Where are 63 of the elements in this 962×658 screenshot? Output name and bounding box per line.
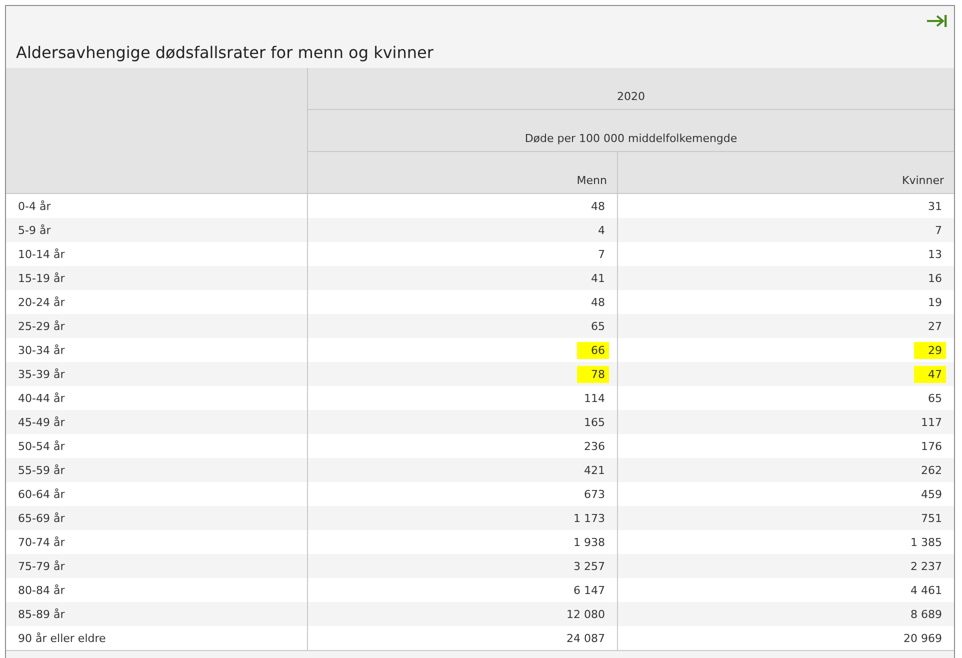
table-value: 117	[920, 414, 943, 430]
row-label: 35-39 år	[18, 368, 65, 380]
table-title: Aldersavhengige dødsfallsrater for menn og kvinner	[15, 42, 434, 64]
highlighted-value: 66	[577, 342, 609, 358]
table-value: 236	[583, 438, 606, 454]
row-label: 65-69 år	[18, 512, 65, 524]
row-label: 0-4 år	[18, 200, 51, 212]
table-value: 3 257	[572, 558, 606, 574]
table-value: 6 147	[572, 582, 606, 598]
table-value: 1 385	[910, 534, 943, 550]
highlighted-value: 29	[914, 342, 946, 358]
table-value: 176	[920, 438, 943, 454]
table-value: 41	[590, 270, 606, 286]
row-label: 40-44 år	[18, 392, 65, 404]
row-label: 30-34 år	[18, 344, 65, 356]
table-value: 48	[590, 294, 606, 310]
table-value: 19	[927, 294, 943, 310]
table-value: 1 938	[572, 534, 606, 550]
row-label: 20-24 år	[18, 296, 65, 308]
table-value: 4	[597, 222, 606, 238]
table-value: 65	[590, 318, 606, 334]
table-value: 7	[597, 246, 606, 262]
table-value: 24 087	[566, 630, 606, 646]
table-value: 48	[590, 198, 606, 214]
row-label: 50-54 år	[18, 440, 65, 452]
row-label: 15-19 år	[18, 272, 65, 284]
table-value: 1 173	[572, 510, 606, 526]
column-header: Menn	[576, 174, 607, 187]
table-value: 7	[934, 222, 943, 238]
table-value: 751	[920, 510, 943, 526]
table-value: 4 461	[910, 582, 943, 598]
table-value: 421	[583, 462, 606, 478]
table-value: 12 080	[566, 606, 606, 622]
table-value: 13	[927, 246, 943, 262]
table-value: 31	[927, 198, 943, 214]
row-label: 60-64 år	[18, 488, 65, 500]
table-value: 27	[927, 318, 943, 334]
table-value: 459	[920, 486, 943, 502]
row-label: 85-89 år	[18, 608, 65, 620]
row-label: 80-84 år	[18, 584, 65, 596]
table-value: 20 969	[902, 630, 943, 646]
row-label: 55-59 år	[18, 464, 65, 476]
highlighted-value: 47	[914, 366, 946, 382]
row-label: 70-74 år	[18, 536, 65, 548]
table-value: 673	[583, 486, 606, 502]
highlighted-value: 78	[577, 366, 609, 382]
table-value: 2 237	[910, 558, 943, 574]
table-value: 16	[927, 270, 943, 286]
row-label: 45-49 år	[18, 416, 65, 428]
table-value: 114	[583, 390, 606, 406]
row-label: 75-79 år	[18, 560, 65, 572]
column-header: Kvinner	[902, 174, 944, 187]
column-group-header: 2020	[617, 90, 645, 103]
table-value: 262	[920, 462, 943, 478]
row-label: 10-14 år	[18, 248, 65, 260]
collapse-arrow-icon[interactable]	[926, 14, 948, 28]
table-value: 8 689	[910, 606, 943, 622]
row-label: 5-9 år	[18, 224, 51, 236]
row-label: 25-29 år	[18, 320, 65, 332]
row-label: 90 år eller eldre	[18, 632, 106, 644]
table-value: 65	[927, 390, 943, 406]
column-group-header: Døde per 100 000 middelfolkemengde	[524, 132, 738, 145]
table-value: 165	[583, 414, 606, 430]
